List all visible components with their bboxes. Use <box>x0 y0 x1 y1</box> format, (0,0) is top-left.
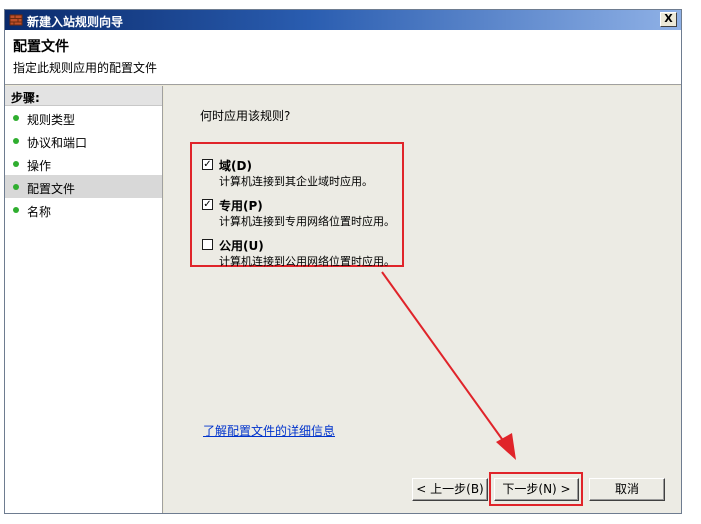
step-label: 配置文件 <box>27 182 76 196</box>
close-icon: X <box>664 12 673 25</box>
step-name[interactable]: 名称 <box>5 198 162 221</box>
step-action[interactable]: 操作 <box>5 152 162 175</box>
next-button[interactable]: 下一步(N) > <box>494 478 579 501</box>
main-pane: 何时应用该规则? ✓ 域(D) 计算机连接到其企业域时应用。 ✓ 专用(P) 计… <box>164 86 681 513</box>
step-bullet-icon <box>13 161 19 167</box>
step-label: 操作 <box>27 159 52 173</box>
steps-pane: 步骤: 规则类型 协议和端口 操作 配置文件 名称 <box>5 86 163 513</box>
step-label: 协议和端口 <box>27 136 88 150</box>
step-protocol-ports[interactable]: 协议和端口 <box>5 129 162 152</box>
step-label: 名称 <box>27 205 52 219</box>
step-label: 规则类型 <box>27 113 76 127</box>
step-bullet-icon <box>13 115 19 121</box>
steps-heading: 步骤: <box>5 86 162 106</box>
public-description: 计算机连接到公用网络位置时应用。 <box>219 255 395 268</box>
step-rule-type[interactable]: 规则类型 <box>5 106 162 129</box>
private-description: 计算机连接到专用网络位置时应用。 <box>219 215 395 228</box>
domain-label: 域(D) <box>219 159 252 173</box>
wizard-window: 新建入站规则向导 X 配置文件 指定此规则应用的配置文件 步骤: 规则类型 协议… <box>4 9 682 514</box>
step-bullet-icon <box>13 184 19 190</box>
page-title: 配置文件 <box>13 39 69 55</box>
profile-info-link[interactable]: 了解配置文件的详细信息 <box>203 422 335 439</box>
private-checkbox[interactable]: ✓ <box>202 199 213 210</box>
step-bullet-icon <box>13 138 19 144</box>
domain-checkbox[interactable]: ✓ <box>202 159 213 170</box>
public-label: 公用(U) <box>219 239 264 253</box>
page-header: 配置文件 指定此规则应用的配置文件 <box>5 30 681 85</box>
page-subtitle: 指定此规则应用的配置文件 <box>13 61 158 75</box>
private-label: 专用(P) <box>219 199 263 213</box>
close-button[interactable]: X <box>660 12 677 27</box>
window-title: 新建入站规则向导 <box>27 15 124 29</box>
question-label: 何时应用该规则? <box>200 109 291 123</box>
domain-description: 计算机连接到其企业域时应用。 <box>219 175 373 188</box>
public-checkbox[interactable] <box>202 239 213 250</box>
step-profile[interactable]: 配置文件 <box>5 175 162 198</box>
title-bar: 新建入站规则向导 X <box>5 10 681 30</box>
back-button[interactable]: < 上一步(B) <box>412 478 488 501</box>
cancel-button[interactable]: 取消 <box>589 478 665 501</box>
firewall-app-icon <box>9 14 23 26</box>
step-bullet-icon <box>13 207 19 213</box>
